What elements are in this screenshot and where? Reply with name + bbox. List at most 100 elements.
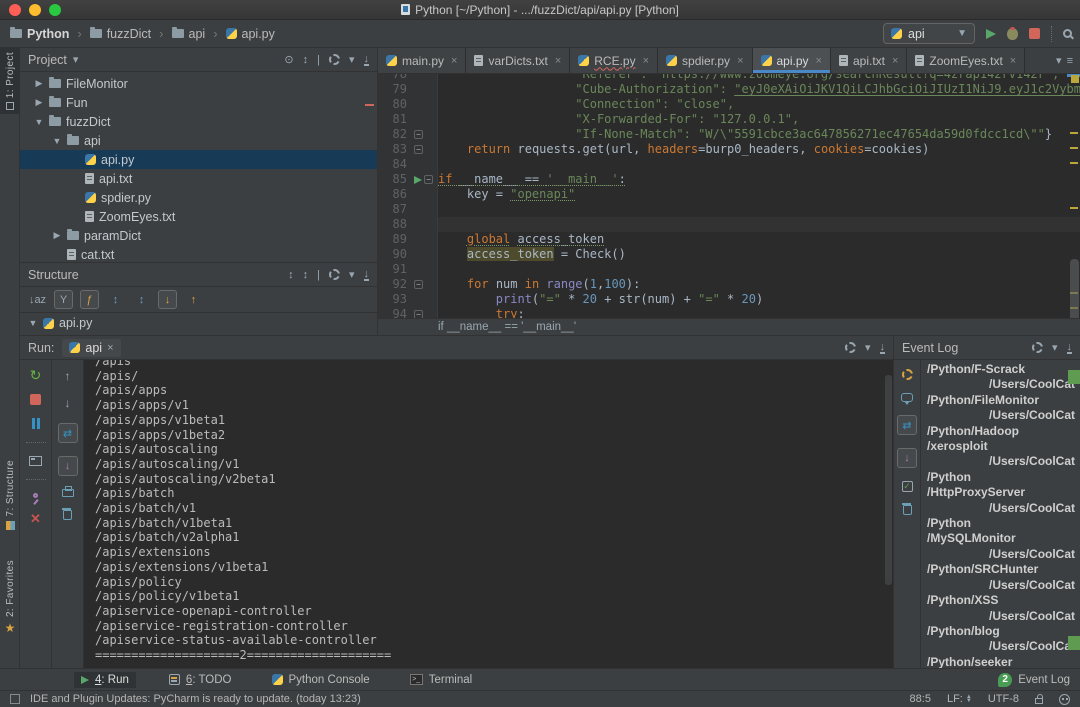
editor-tab-spdier-py[interactable]: spdier.py× [658, 48, 752, 73]
balloon-icon[interactable] [901, 393, 913, 402]
run-tab-api[interactable]: api × [62, 339, 120, 357]
project-tree-item[interactable]: ▼api [20, 131, 377, 150]
autoscroll-to-source-icon[interactable]: ↓ [158, 290, 177, 309]
code-line[interactable]: 91 [378, 262, 1080, 277]
editor-scrollbar[interactable] [1070, 259, 1079, 318]
event-log-button[interactable]: 2Event Log [998, 673, 1070, 687]
fold-marker-icon[interactable]: − [414, 145, 423, 154]
tool-window-button-Python-Console[interactable]: Python Console [265, 672, 377, 688]
project-tree-item[interactable]: spdier.py [20, 188, 377, 207]
close-tab-icon[interactable]: × [451, 55, 457, 67]
pin-tab-icon[interactable] [33, 493, 38, 498]
stop-icon[interactable] [30, 394, 41, 405]
console-scrollbar[interactable] [885, 375, 892, 585]
project-tree-item[interactable]: ▼fuzzDict [20, 112, 377, 131]
close-tab-icon[interactable]: × [555, 55, 561, 67]
up-stacktrace-icon[interactable]: ↑ [65, 369, 71, 383]
lock-icon[interactable] [1035, 698, 1043, 704]
chevron-collapsed-icon[interactable]: ▶ [34, 97, 44, 108]
close-tab-icon[interactable]: × [643, 55, 649, 67]
search-everywhere-button[interactable] [1063, 29, 1072, 38]
project-tree-item[interactable]: cat.txt [20, 245, 377, 262]
pause-output-icon[interactable] [32, 418, 40, 429]
minimize-window-button[interactable] [29, 4, 41, 16]
hide-panel-icon[interactable]: ↓ [364, 269, 370, 281]
code-editor[interactable]: 78 "Referer": "https://www.zoomeye.org/s… [378, 74, 1080, 318]
project-tree-item[interactable]: ZoomEyes.txt [20, 207, 377, 226]
expand-all-icon[interactable]: ↕ [288, 269, 294, 281]
zoom-window-button[interactable] [49, 4, 61, 16]
event-log-content[interactable]: /Python/F-Scrack/Users/CoolCat/Python/Fi… [921, 360, 1080, 668]
editor-tab-ZoomEyes-txt[interactable]: ZoomEyes.txt× [907, 48, 1025, 73]
project-tree-item[interactable]: api.txt [20, 169, 377, 188]
code-line[interactable]: 92− for num in range(1,100): [378, 277, 1080, 292]
settings-icon[interactable] [902, 369, 913, 380]
hide-panel-icon[interactable]: ↓ [1067, 342, 1073, 354]
show-inherited-icon[interactable]: Y [54, 290, 73, 309]
breadcrumb-item[interactable]: Python [8, 26, 71, 42]
collapse-all-icon[interactable]: ↕ [303, 269, 309, 281]
close-icon[interactable]: ✕ [30, 511, 41, 527]
chevron-expanded-icon[interactable]: ▼ [52, 136, 62, 146]
hide-panel-icon[interactable]: ↓ [880, 342, 886, 354]
project-tree-item[interactable]: api.py [20, 150, 377, 169]
code-line[interactable]: 88 [378, 217, 1080, 232]
editor-tab-RCE-py[interactable]: RCE.py× [570, 48, 658, 73]
gear-icon[interactable] [1032, 342, 1043, 353]
autoscroll-from-source-icon[interactable]: ↑ [184, 290, 203, 309]
breadcrumb-item[interactable]: fuzzDict [88, 26, 153, 42]
code-line[interactable]: 90 access_token = Check() [378, 247, 1080, 262]
run-console[interactable]: /apis/apis//apis/apps/apis/apps/v1/apis/… [84, 360, 893, 668]
editor-breadcrumb[interactable]: if __name__ == '__main__' [378, 318, 1080, 335]
close-window-button[interactable] [9, 4, 21, 16]
stop-button[interactable] [1029, 28, 1040, 39]
breadcrumb-item[interactable]: api.py [224, 26, 277, 42]
close-tab-icon[interactable]: × [1010, 55, 1016, 67]
rerun-icon[interactable]: ↻ [30, 369, 42, 381]
expand-all-icon[interactable]: ↕ [106, 290, 125, 309]
run-line-icon[interactable] [414, 176, 422, 184]
code-line[interactable]: 89 global access_token [378, 232, 1080, 247]
scroll-to-end-icon[interactable]: ↓ [897, 448, 917, 468]
chevron-down-icon[interactable]: ▾ [1056, 54, 1062, 67]
status-message[interactable]: IDE and Plugin Updates: PyCharm is ready… [30, 693, 361, 705]
close-tab-icon[interactable]: × [816, 55, 822, 67]
project-tree-item[interactable]: ▶Fun [20, 93, 377, 112]
code-line[interactable]: 84 [378, 157, 1080, 172]
caret-position[interactable]: 88:5 [910, 693, 931, 705]
sort-alphabetically-icon[interactable]: ↓az [28, 290, 47, 309]
editor-tab-main-py[interactable]: main.py× [378, 48, 466, 73]
tool-window-switcher-icon[interactable] [10, 694, 20, 704]
code-line[interactable]: 94− try: [378, 307, 1080, 318]
code-line[interactable]: 93 print("=" * 20 + str(num) + "=" * 20) [378, 292, 1080, 307]
collapse-all-icon[interactable]: ↕ [303, 54, 309, 66]
show-command-line-icon[interactable] [29, 456, 42, 466]
gear-icon[interactable] [329, 269, 340, 280]
editor-tab-api-txt[interactable]: api.txt× [831, 48, 907, 73]
code-line[interactable]: 80 "Connection": "close", [378, 97, 1080, 112]
clear-all-icon[interactable] [903, 505, 912, 515]
code-line[interactable]: 82− "If-None-Match": "W/\"5591cbce3ac647… [378, 127, 1080, 142]
soft-wrap-icon[interactable]: ⇄ [58, 423, 78, 443]
mark-all-read-icon[interactable]: ✓ [902, 481, 913, 492]
breadcrumb-item[interactable]: api [170, 26, 208, 42]
fold-marker-icon[interactable]: − [414, 310, 423, 318]
tab-list-icon[interactable]: ≡ [1067, 55, 1073, 67]
editor-tab-api-py[interactable]: api.py× [753, 48, 831, 73]
project-tree-item[interactable]: ▶FileMonitor [20, 74, 377, 93]
chevron-collapsed-icon[interactable]: ▶ [34, 78, 44, 89]
soft-wrap-icon[interactable]: ⇄ [897, 415, 917, 435]
close-tab-icon[interactable]: × [892, 55, 898, 67]
code-line[interactable]: 79 "Cube-Authorization": "eyJ0eXAiOiJKV1… [378, 82, 1080, 97]
tool-button-favorites[interactable]: 2: Favorites ★ [0, 556, 20, 639]
code-line[interactable]: 87 [378, 202, 1080, 217]
project-tree-item[interactable]: ▶paramDict [20, 226, 377, 245]
code-line[interactable]: 81 "X-Forwarded-For": "127.0.0.1", [378, 112, 1080, 127]
run-configuration-select[interactable]: api ▼ [883, 23, 975, 44]
fold-marker-icon[interactable]: − [414, 130, 423, 139]
code-line[interactable]: 85−if __name__ == '__main__': [378, 172, 1080, 187]
editor-tab-varDicts-txt[interactable]: varDicts.txt× [466, 48, 570, 73]
scroll-to-end-icon[interactable]: ↓ [58, 456, 78, 476]
run-button[interactable] [986, 29, 996, 39]
code-line[interactable]: 86 key = "openapi" [378, 187, 1080, 202]
